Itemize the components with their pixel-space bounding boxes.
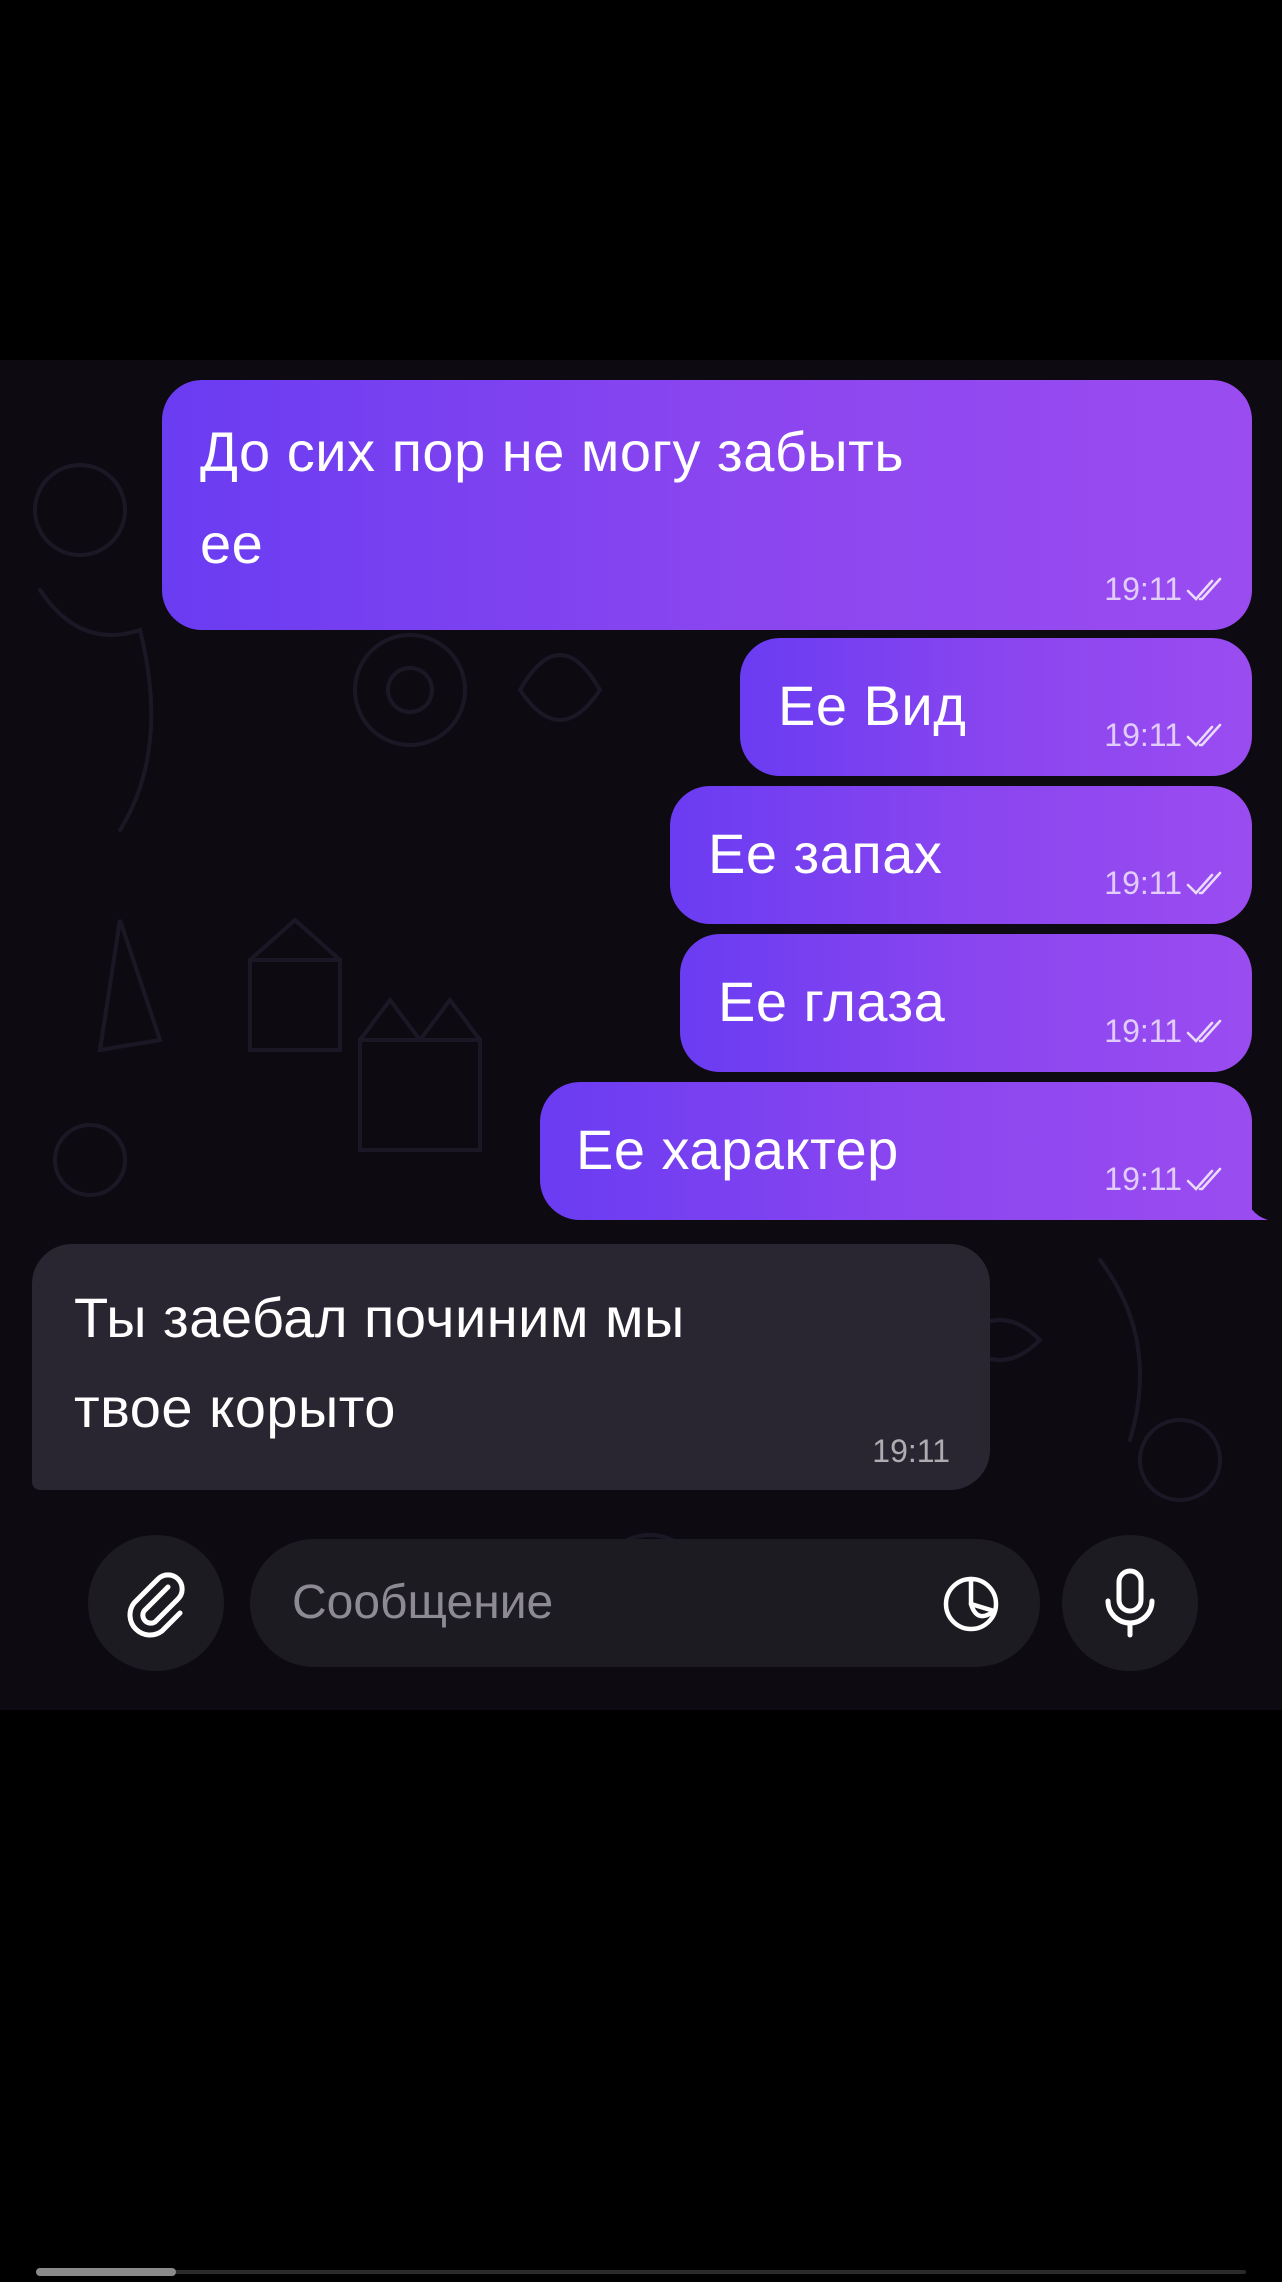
message-text: Ее глаза bbox=[718, 970, 946, 1033]
message-meta: 19:11 bbox=[1104, 1161, 1226, 1198]
message-meta: 19:11 bbox=[1104, 865, 1226, 902]
message-bubble-incoming[interactable]: Ты заебал починим мы твое корыто 19:11 bbox=[32, 1244, 990, 1490]
message-meta: 19:11 bbox=[1104, 1013, 1226, 1050]
message-time: 19:11 bbox=[1104, 1161, 1182, 1197]
message-meta: 19:11 bbox=[872, 1433, 950, 1470]
message-bubble-outgoing[interactable]: Ее запах 19:11 bbox=[670, 786, 1252, 924]
read-checkmarks-icon bbox=[1186, 871, 1226, 897]
message-bubble-outgoing[interactable]: До сих пор не могу забыть ее 19:11 bbox=[162, 380, 1252, 630]
paperclip-icon bbox=[127, 1572, 185, 1638]
message-text: Ее запах bbox=[708, 822, 943, 885]
message-meta: 19:11 bbox=[1104, 571, 1226, 608]
message-time: 19:11 bbox=[1104, 717, 1182, 753]
microphone-button[interactable] bbox=[1062, 1535, 1198, 1671]
message-input[interactable]: Сообщение bbox=[250, 1539, 1040, 1667]
message-time: 19:11 bbox=[1104, 571, 1182, 607]
read-checkmarks-icon bbox=[1186, 1019, 1226, 1045]
bubble-tail bbox=[1244, 1190, 1268, 1220]
scroll-thumb[interactable] bbox=[36, 2268, 176, 2276]
microphone-icon bbox=[1105, 1568, 1155, 1638]
message-bubble-outgoing[interactable]: Ее глаза 19:11 bbox=[680, 934, 1252, 1072]
message-text: До сих пор не могу забыть bbox=[200, 420, 904, 483]
message-text: Ты заебал починим мы bbox=[74, 1286, 685, 1349]
composer-bar: Сообщение bbox=[0, 1535, 1282, 1685]
attach-button[interactable] bbox=[88, 1535, 224, 1671]
read-checkmarks-icon bbox=[1186, 723, 1226, 749]
message-bubble-outgoing[interactable]: Ее характер 19:11 bbox=[540, 1082, 1252, 1220]
message-text: Ее характер bbox=[576, 1118, 899, 1181]
message-time: 19:11 bbox=[872, 1433, 950, 1469]
read-checkmarks-icon bbox=[1186, 577, 1226, 603]
message-input-placeholder: Сообщение bbox=[292, 1576, 554, 1629]
scroll-track bbox=[36, 2270, 1246, 2274]
message-time: 19:11 bbox=[1104, 1013, 1182, 1049]
message-bubble-outgoing[interactable]: Ее Вид 19:11 bbox=[740, 638, 1252, 776]
message-text: твое корыто bbox=[74, 1376, 396, 1439]
message-text: ее bbox=[200, 512, 264, 575]
message-time: 19:11 bbox=[1104, 865, 1182, 901]
message-text: Ее Вид bbox=[778, 674, 967, 737]
sticker-icon[interactable] bbox=[938, 1571, 1004, 1642]
read-checkmarks-icon bbox=[1186, 1167, 1226, 1193]
message-meta: 19:11 bbox=[1104, 717, 1226, 754]
